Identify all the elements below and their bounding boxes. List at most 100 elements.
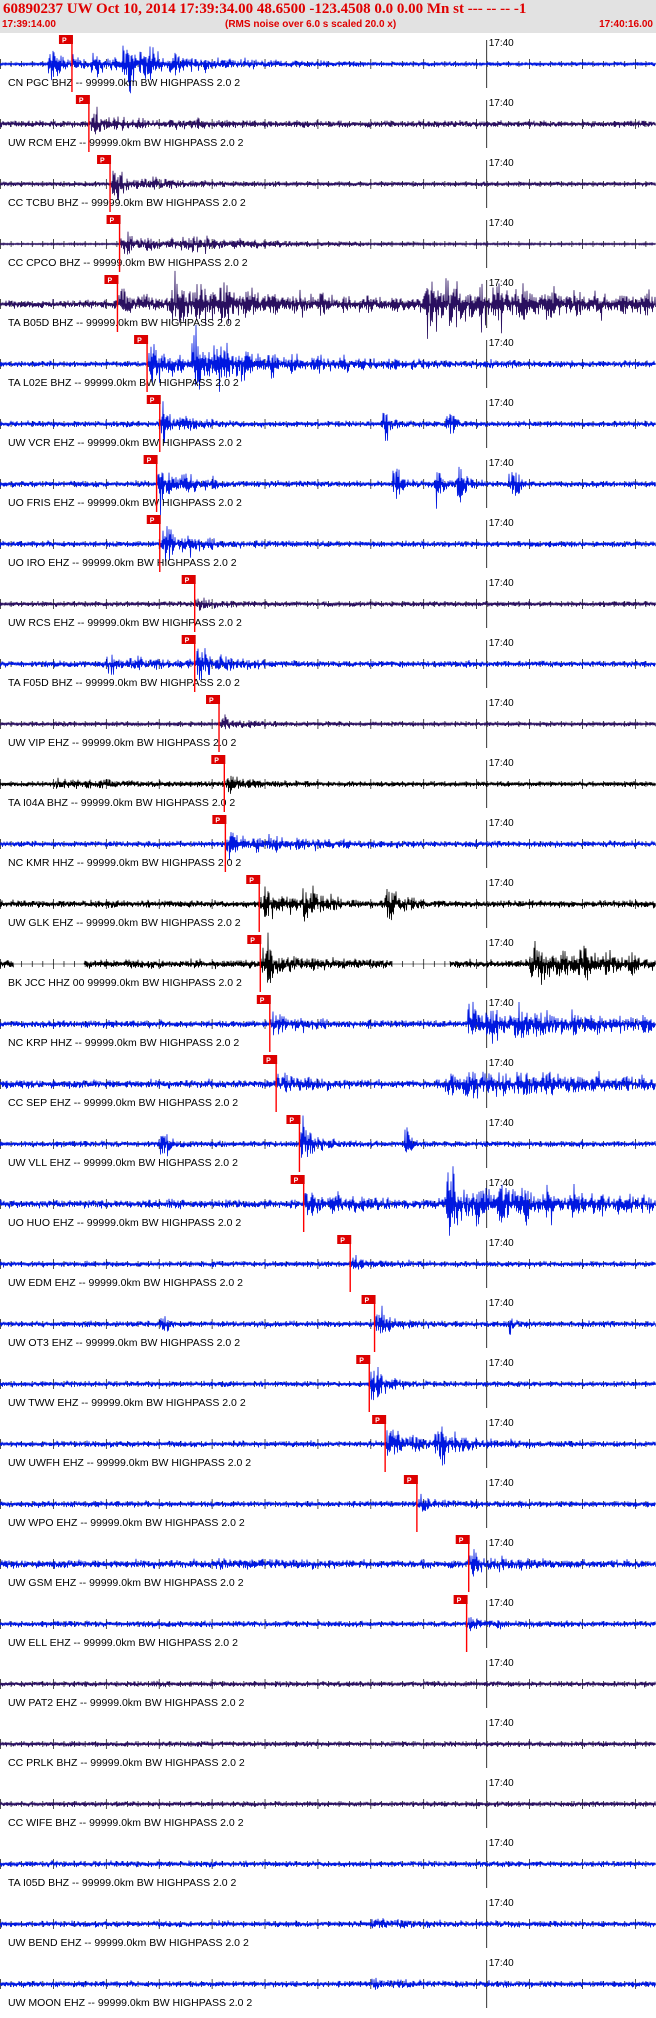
pick-label: P bbox=[150, 398, 155, 405]
station-label: CC TCBU BHZ -- 99999.0km BW HIGHPASS 2.0… bbox=[8, 197, 246, 209]
station-trace: 17:40 UW EDM EHZ -- 99999.0km BW HIGHPASS… bbox=[0, 1235, 656, 1292]
minute-mark-label: 17:40 bbox=[489, 578, 514, 589]
waveform bbox=[0, 231, 656, 255]
minute-mark-label: 17:40 bbox=[489, 998, 514, 1009]
minute-mark-label: 17:40 bbox=[489, 1178, 514, 1189]
minute-mark-label: 17:40 bbox=[489, 98, 514, 109]
seismogram-plot: 17:40 CN PGC BHZ -- 99999.0km BW HIGHPASS… bbox=[0, 35, 656, 2009]
pick-label: P bbox=[250, 938, 255, 945]
waveform bbox=[0, 1740, 656, 1748]
station-label: UW BEND EHZ -- 99999.0km BW HIGHPASS 2.0… bbox=[8, 1937, 249, 1949]
rms-noise-note: (RMS noise over 6.0 s scaled 20.0 x) bbox=[225, 19, 397, 30]
station-label: UO HUO EHZ -- 99999.0km BW HIGHPASS 2.0 … bbox=[8, 1217, 241, 1229]
minute-mark-label: 17:40 bbox=[489, 158, 514, 169]
station-trace: 17:40 UW VCR EHZ -- 99999.0km BW HIGHPASS… bbox=[0, 395, 656, 452]
station-label: UO IRO EHZ -- 99999.0km BW HIGHPASS 2.0 … bbox=[8, 557, 237, 569]
waveform bbox=[0, 1801, 656, 1808]
station-label: UW GSM EHZ -- 99999.0km BW HIGHPASS 2.0 … bbox=[8, 1577, 244, 1589]
pick-label: P bbox=[100, 158, 105, 165]
minute-mark-label: 17:40 bbox=[489, 1958, 514, 1969]
waveform bbox=[0, 1366, 656, 1401]
station-trace: 17:40 UW OT3 EHZ -- 99999.0km BW HIGHPASS… bbox=[0, 1295, 656, 1352]
pick-label: P bbox=[459, 1538, 464, 1545]
station-trace: 17:40 BK JCC HHZ 00 99999.0km BW HIGHPASS… bbox=[0, 932, 656, 992]
station-trace: 17:40 UW ELL EHZ -- 99999.0km BW HIGHPASS… bbox=[0, 1595, 656, 1652]
minute-mark-label: 17:40 bbox=[489, 1058, 514, 1069]
station-trace: 17:40 CC PRLK BHZ -- 99999.0km BW HIGHPAS… bbox=[0, 1718, 656, 1769]
waveform bbox=[0, 1860, 656, 1868]
station-trace: 17:40 TA I04A BHZ -- 99999.0km BW HIGHPAS… bbox=[0, 755, 656, 812]
waveform bbox=[0, 1071, 656, 1099]
minute-mark-label: 17:40 bbox=[489, 278, 514, 289]
waveform bbox=[0, 1115, 656, 1158]
station-label: TA B05D BHZ -- 99999.0km BW HIGHPASS 2.0… bbox=[8, 317, 241, 329]
minute-mark-label: 17:40 bbox=[489, 1598, 514, 1609]
pick-label: P bbox=[365, 1298, 370, 1305]
pick-label: P bbox=[215, 818, 220, 825]
minute-mark-label: 17:40 bbox=[489, 1778, 514, 1789]
station-label: TA I04A BHZ -- 99999.0km BW HIGHPASS 2.0… bbox=[8, 797, 235, 809]
pick-label: P bbox=[359, 1358, 364, 1365]
station-trace: 17:40 UW PAT2 EHZ -- 99999.0km BW HIGHPAS… bbox=[0, 1658, 656, 1709]
station-label: UW OT3 EHZ -- 99999.0km BW HIGHPASS 2.0 … bbox=[8, 1337, 240, 1349]
minute-mark-label: 17:40 bbox=[489, 638, 514, 649]
trace-group: 17:40 CN PGC BHZ -- 99999.0km BW HIGHPASS… bbox=[0, 35, 656, 2009]
minute-mark-label: 17:40 bbox=[489, 218, 514, 229]
station-label: UW VIP EHZ -- 99999.0km BW HIGHPASS 2.0 … bbox=[8, 737, 237, 749]
waveform bbox=[0, 170, 656, 201]
station-label: TA F05D BHZ -- 99999.0km BW HIGHPASS 2.0… bbox=[8, 677, 240, 689]
pick-label: P bbox=[260, 998, 265, 1005]
station-trace: 17:40 TA B05D BHZ -- 99999.0km BW HIGHPAS… bbox=[0, 270, 656, 339]
pick-label: P bbox=[214, 758, 219, 765]
pick-label: P bbox=[209, 698, 214, 705]
station-label: UW RCS EHZ -- 99999.0km BW HIGHPASS 2.0 … bbox=[8, 617, 242, 629]
minute-mark-label: 17:40 bbox=[489, 38, 514, 49]
station-trace: 17:40 CC WIFE BHZ -- 99999.0km BW HIGHPAS… bbox=[0, 1778, 656, 1829]
station-label: UW RCM EHZ -- 99999.0km BW HIGHPASS 2.0 … bbox=[8, 137, 244, 149]
pick-label: P bbox=[249, 878, 254, 885]
minute-mark-label: 17:40 bbox=[489, 398, 514, 409]
waveform bbox=[0, 832, 656, 861]
station-label: UW WPO EHZ -- 99999.0km BW HIGHPASS 2.0 … bbox=[8, 1517, 245, 1529]
minute-mark-label: 17:40 bbox=[489, 698, 514, 709]
waveform bbox=[0, 1977, 656, 1990]
pick-label: P bbox=[79, 98, 84, 105]
pick-label: P bbox=[266, 1058, 271, 1065]
pick-label: P bbox=[137, 338, 142, 345]
station-label: NC KMR HHZ -- 99999.0km BW HIGHPASS 2.0 … bbox=[8, 857, 241, 869]
pick-label: P bbox=[185, 638, 190, 645]
minute-mark-label: 17:40 bbox=[489, 1538, 514, 1549]
station-label: UW VLL EHZ -- 99999.0km BW HIGHPASS 2.0 … bbox=[8, 1157, 238, 1169]
pick-label: P bbox=[185, 578, 190, 585]
station-label: UW TWW EHZ -- 99999.0km BW HIGHPASS 2.0 … bbox=[8, 1397, 246, 1409]
minute-mark-label: 17:40 bbox=[489, 938, 514, 949]
minute-mark-label: 17:40 bbox=[489, 1718, 514, 1729]
waveform bbox=[0, 775, 656, 794]
minute-mark-label: 17:40 bbox=[489, 458, 514, 469]
station-trace: 17:40 CC CPCO BHZ -- 99999.0km BW HIGHPAS… bbox=[0, 215, 656, 272]
station-trace: 17:40 UW BEND EHZ -- 99999.0km BW HIGHPAS… bbox=[0, 1898, 656, 1949]
station-trace: 17:40 UW MOON EHZ -- 99999.0km BW HIGHPAS… bbox=[0, 1958, 656, 2009]
station-label: TA I05D BHZ -- 99999.0km BW HIGHPASS 2.0… bbox=[8, 1877, 237, 1889]
station-trace: 17:40 UO HUO EHZ -- 99999.0km BW HIGHPASS… bbox=[0, 1166, 656, 1236]
station-trace: 17:40 UO IRO EHZ -- 99999.0km BW HIGHPASS… bbox=[0, 515, 656, 572]
station-trace: 17:40 UO FRIS EHZ -- 99999.0km BW HIGHPAS… bbox=[0, 455, 656, 516]
station-label: CC PRLK BHZ -- 99999.0km BW HIGHPASS 2.0… bbox=[8, 1757, 245, 1769]
minute-mark-label: 17:40 bbox=[489, 878, 514, 889]
minute-mark-label: 17:40 bbox=[489, 1298, 514, 1309]
pick-label: P bbox=[457, 1598, 462, 1605]
station-label: CN PGC BHZ -- 99999.0km BW HIGHPASS 2.0 … bbox=[8, 77, 240, 89]
minute-mark-label: 17:40 bbox=[489, 1478, 514, 1489]
minute-mark-label: 17:40 bbox=[489, 1358, 514, 1369]
minute-mark-label: 17:40 bbox=[489, 518, 514, 529]
minute-mark-label: 17:40 bbox=[489, 338, 514, 349]
station-trace: 17:40 UW VIP EHZ -- 99999.0km BW HIGHPASS… bbox=[0, 695, 656, 752]
minute-mark-label: 17:40 bbox=[489, 758, 514, 769]
station-label: CC SEP EHZ -- 99999.0km BW HIGHPASS 2.0 … bbox=[8, 1097, 238, 1109]
station-label: NC KRP HHZ -- 99999.0km BW HIGHPASS 2.0 … bbox=[8, 1037, 239, 1049]
station-trace: 17:40 UW RCM EHZ -- 99999.0km BW HIGHPASS… bbox=[0, 95, 656, 152]
station-label: UW MOON EHZ -- 99999.0km BW HIGHPASS 2.0… bbox=[8, 1997, 252, 2009]
minute-mark-label: 17:40 bbox=[489, 1838, 514, 1849]
station-trace: 17:40 UW VLL EHZ -- 99999.0km BW HIGHPASS… bbox=[0, 1115, 656, 1172]
station-trace: 17:40 UW UWFH EHZ -- 99999.0km BW HIGHPAS… bbox=[0, 1415, 656, 1472]
